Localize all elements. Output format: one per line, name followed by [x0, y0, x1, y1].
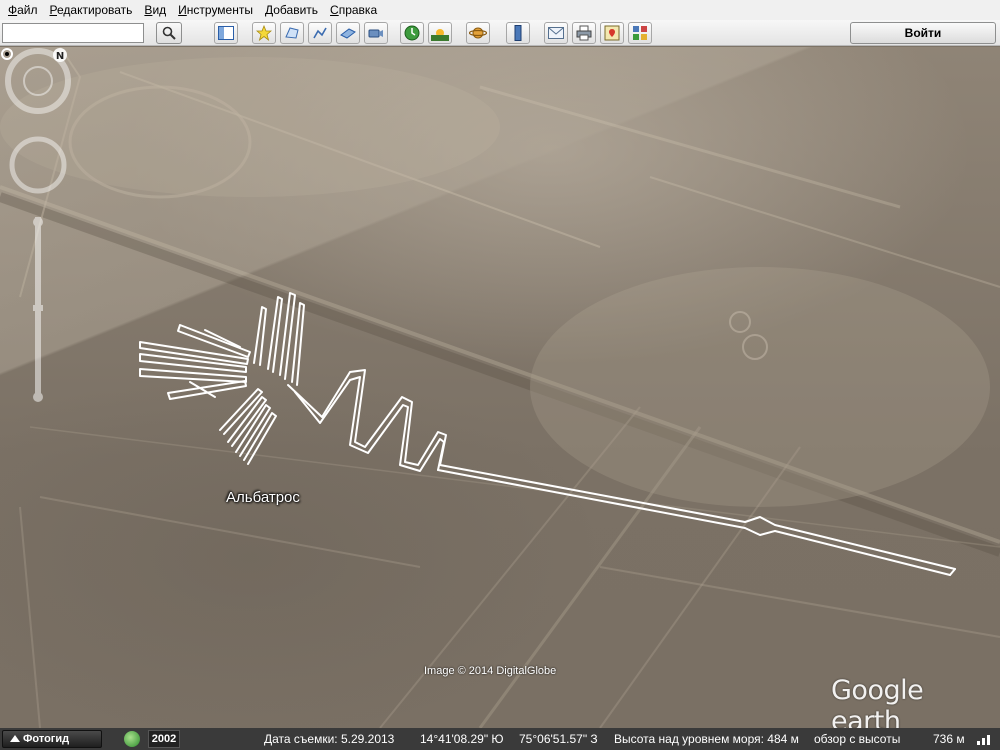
planets-icon	[469, 27, 487, 39]
sunlight-button[interactable]	[428, 22, 452, 44]
status-bar: Фотогид 2002 Дата съемки: 5.29.2013 14°4…	[0, 728, 1000, 750]
record-tour-button[interactable]	[364, 22, 388, 44]
latitude-readout: 14°41'08.29" Ю	[420, 732, 504, 746]
zoom-slider[interactable]	[33, 217, 43, 402]
email-icon	[548, 27, 564, 39]
move-joystick[interactable]	[9, 136, 67, 194]
record-tour-icon	[368, 29, 383, 38]
eye-altitude-value: 736 м	[933, 732, 965, 746]
image-credit: Image © 2014 DigitalGlobe	[424, 665, 557, 677]
eye-altitude-label: обзор с высоты	[814, 732, 901, 746]
search-icon	[162, 26, 176, 40]
ruler-icon	[514, 25, 522, 41]
sign-in-button[interactable]: Войти	[850, 22, 996, 44]
path-icon	[313, 27, 327, 39]
menu-edit[interactable]: Редактировать	[44, 0, 139, 20]
placemark-pin-icon[interactable]	[0, 47, 14, 61]
imagery-year-badge[interactable]: 2002	[148, 730, 180, 748]
placemark-icon	[256, 25, 272, 41]
svg-text:N: N	[56, 51, 64, 62]
menu-help[interactable]: Справка	[324, 0, 383, 20]
view-in-maps-button[interactable]	[600, 22, 624, 44]
add-path-button[interactable]	[308, 22, 332, 44]
expand-up-icon	[10, 735, 20, 742]
placemark-label[interactable]: Альбатрос	[226, 489, 300, 506]
print-button[interactable]	[572, 22, 596, 44]
menu-tools[interactable]: Инструменты	[172, 0, 259, 20]
sunlight-icon	[431, 29, 449, 41]
ruler-button[interactable]	[506, 22, 530, 44]
elevation-readout: Высота над уровнем моря: 484 м	[614, 732, 799, 746]
historical-imagery-icon[interactable]	[124, 731, 140, 747]
navigation-controls: N	[5, 48, 71, 402]
print-icon	[576, 25, 592, 41]
terrain-texture	[0, 47, 1000, 728]
historical-imagery-icon	[404, 25, 420, 41]
search-button[interactable]	[156, 22, 182, 44]
longitude-readout: 75°06'51.57" З	[519, 732, 598, 746]
imagery-date: Дата съемки: 5.29.2013	[264, 732, 395, 746]
menu-view[interactable]: Вид	[138, 0, 172, 20]
search-input[interactable]	[2, 23, 144, 43]
sidebar-toggle-button[interactable]	[214, 22, 238, 44]
add-placemark-button[interactable]	[252, 22, 276, 44]
streaming-meter-icon	[977, 735, 990, 745]
google-earth-logo: Google earth	[831, 675, 924, 728]
email-button[interactable]	[544, 22, 568, 44]
sidebar-icon	[218, 26, 234, 40]
polygon-icon	[285, 27, 299, 39]
menu-bar: Файл Редактировать Вид Инструменты Добав…	[0, 0, 1000, 20]
add-image-overlay-button[interactable]	[336, 22, 360, 44]
menu-add[interactable]: Добавить	[259, 0, 324, 20]
toolbar: Войти	[0, 20, 1000, 46]
image-overlay-icon	[340, 28, 356, 39]
historical-imagery-button[interactable]	[400, 22, 424, 44]
north-icon[interactable]: N	[53, 48, 67, 62]
tour-guide-button[interactable]: Фотогид	[2, 730, 102, 748]
menu-file[interactable]: Файл	[2, 0, 44, 20]
earth-gallery-button[interactable]	[628, 22, 652, 44]
gallery-icon	[633, 26, 647, 40]
view-in-maps-icon	[604, 25, 620, 41]
map-viewport[interactable]: N Альбатрос Image © 2014 DigitalGlobe Go…	[0, 47, 1000, 728]
switch-planet-button[interactable]	[466, 22, 490, 44]
add-polygon-button[interactable]	[280, 22, 304, 44]
terrain-and-geoglyph	[0, 47, 1000, 728]
